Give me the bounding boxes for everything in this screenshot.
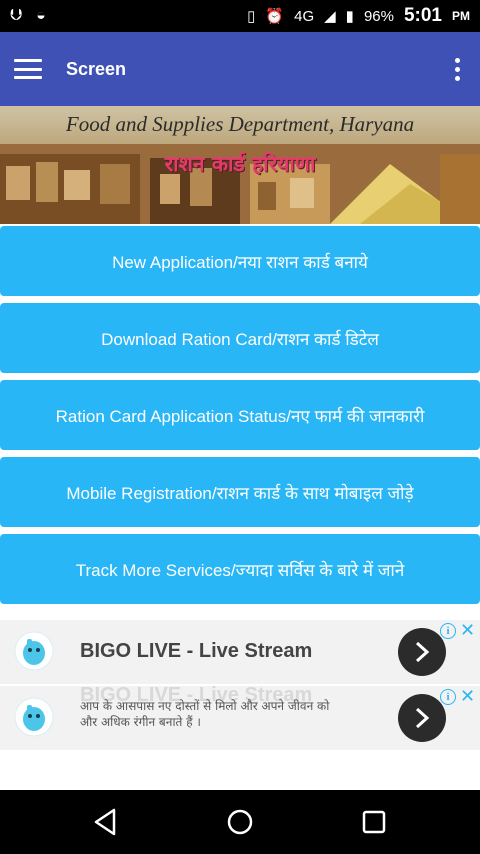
more-options-icon[interactable]: [455, 57, 460, 81]
clock-ampm: PM: [452, 9, 470, 23]
bigo-logo-icon: [14, 697, 54, 737]
chevron-right-icon: [415, 707, 430, 729]
application-status-button[interactable]: Ration Card Application Status/नए फार्म …: [0, 380, 480, 450]
status-bar: ⮋ ◒ ▯ ⏰ 4G ◢ ▮ 96% 5:01 PM: [0, 0, 480, 32]
alarm-icon: ⏰: [265, 8, 285, 25]
ad-close-icon[interactable]: ✕: [460, 686, 475, 707]
back-icon[interactable]: [90, 806, 122, 838]
ad-headline: BIGO LIVE - Live Stream: [80, 640, 313, 662]
banner-title: Food and Supplies Department, Haryana: [65, 112, 415, 136]
usb-icon: ⮋: [10, 7, 23, 24]
ad-banner-secondary[interactable]: BIGO LIVE - Live Stream आप के आसपास नए द…: [0, 684, 480, 750]
battery-percent: 96%: [363, 7, 394, 25]
chevron-right-icon: [415, 641, 430, 663]
download-ration-card-button[interactable]: Download Ration Card/राशन कार्ड डिटेल: [0, 303, 480, 373]
ad-info-icon[interactable]: i: [440, 623, 456, 639]
home-icon[interactable]: [224, 806, 256, 838]
app-bar: Screen: [0, 32, 480, 106]
ad-open-button[interactable]: [398, 628, 446, 676]
department-banner: Food and Supplies Department, Haryana रा…: [0, 106, 480, 224]
ad-open-button[interactable]: [398, 694, 446, 742]
vibrate-icon: ▯: [247, 8, 256, 25]
ad-banner[interactable]: BIGO LIVE - Live Stream i ✕: [0, 620, 480, 684]
recents-icon[interactable]: [358, 806, 390, 838]
mobile-registration-button[interactable]: Mobile Registration/राशन कार्ड के साथ मो…: [0, 457, 480, 527]
navigation-bar: [0, 790, 480, 854]
battery-icon: ▮: [345, 8, 354, 25]
menu-icon[interactable]: [14, 59, 42, 79]
ad-description: आप के आसपास नए दोस्तों से मिलो और अपने ज…: [80, 699, 330, 729]
android-icon: ◒: [36, 7, 46, 24]
clock-time: 5:01: [403, 5, 442, 26]
bigo-logo-icon: [14, 631, 54, 671]
track-more-services-button[interactable]: Track More Services/ज्यादा सर्विस के बार…: [0, 534, 480, 604]
ad-info-icon[interactable]: i: [440, 689, 456, 705]
app-title: Screen: [66, 58, 127, 79]
ad-close-icon[interactable]: ✕: [460, 620, 475, 641]
network-label: 4G: [294, 7, 315, 25]
signal-icon: ◢: [324, 8, 336, 25]
banner-subtitle: राशन कार्ड हरियाणा: [164, 152, 316, 176]
new-application-button[interactable]: New Application/नया राशन कार्ड बनाये: [0, 226, 480, 296]
